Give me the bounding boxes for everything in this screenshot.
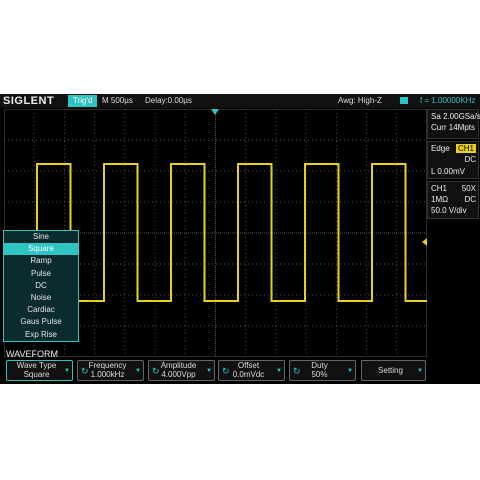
side-panel: Sa 2.00GSa/s Curr 14Mpts Edge CH1 DC L 0…: [427, 109, 480, 314]
arrow-down-icon: ▼: [135, 368, 141, 374]
menu-item-pulse[interactable]: Pulse: [4, 268, 78, 280]
brand-logo: SIGLENT: [3, 95, 55, 107]
trigger-status: Trig'd: [68, 95, 98, 107]
probe-ratio: 50X: [461, 184, 476, 193]
softkey-value: Square: [23, 370, 50, 379]
softkey-setting[interactable]: Setting ▼: [361, 360, 426, 381]
arrow-down-icon: ▼: [276, 368, 282, 374]
softkey-value: 50%: [311, 370, 328, 379]
arrow-down-icon: ▼: [347, 368, 353, 374]
oscilloscope-screen: SIGLENT Trig'd M 500µs Delay:0.00µs Awg:…: [0, 94, 480, 384]
arrow-down-icon: ▼: [417, 368, 423, 374]
arrow-down-icon: ▼: [206, 368, 212, 374]
frequency-counter: f = 1.00000KHz: [420, 96, 476, 105]
trigger-coupling: DC: [464, 155, 476, 164]
trigger-box[interactable]: Edge CH1 DC L 0.00mV: [427, 141, 479, 179]
menu-item-sine[interactable]: Sine: [4, 231, 78, 243]
memory-depth: Curr 14Mpts: [431, 123, 476, 132]
trigger-position-icon: [211, 109, 219, 115]
menu-item-cardiac[interactable]: Cardiac: [4, 304, 78, 316]
softkey-amplitude[interactable]: ↻ Amplitude 4.000Vpp ▼: [148, 360, 215, 381]
softkey-duty[interactable]: ↻ Duty 50% ▼: [289, 360, 356, 381]
softkey-title: Setting: [378, 366, 403, 375]
timebase-readout: M 500µs: [102, 96, 133, 105]
arrow-down-icon: ▼: [64, 368, 70, 374]
awg-output-mode: Awg: High-Z: [338, 96, 382, 105]
delay-readout: Delay:0.00µs: [145, 96, 192, 105]
waveform-type-menu[interactable]: Sine Square Ramp Pulse DC Noise Cardiac Gaus Pu…: [3, 230, 79, 342]
acquisition-box: Sa 2.00GSa/s Curr 14Mpts: [427, 109, 480, 139]
trigger-level: L 0.00mV: [431, 167, 465, 176]
menu-item-ramp[interactable]: Ramp: [4, 255, 78, 267]
menu-title: WAVEFORM: [6, 349, 58, 359]
status-bar: SIGLENT Trig'd M 500µs Delay:0.00µs Awg:…: [0, 94, 480, 108]
trigger-source: CH1: [455, 144, 476, 153]
softkey-wave-type[interactable]: Wave Type Square ▼: [6, 360, 73, 381]
menu-item-exp-rise[interactable]: Exp Rise: [4, 329, 78, 341]
softkey-frequency[interactable]: ↻ Frequency 1.000kHz ▼: [77, 360, 144, 381]
sample-rate: Sa 2.00GSa/s: [431, 112, 480, 121]
softkey-value: 4.000Vpp: [161, 370, 196, 379]
channel-coupling: DC: [464, 195, 476, 204]
softkey-value: 0.0mVdc: [232, 370, 265, 379]
menu-item-gaus-pulse[interactable]: Gaus Pulse: [4, 316, 78, 328]
softkey-value: 1.000kHz: [90, 370, 125, 379]
menu-item-noise[interactable]: Noise: [4, 292, 78, 304]
menu-item-dc[interactable]: DC: [4, 280, 78, 292]
vertical-scale: 50.0 V/div: [431, 206, 467, 215]
channel-box[interactable]: CH1 50X 1MΩ DC 50.0 V/div: [427, 181, 479, 219]
menu-item-square[interactable]: Square: [4, 243, 78, 256]
battery-icon: [400, 97, 408, 104]
softkey-offset[interactable]: ↻ Offset 0.0mVdc ▼: [218, 360, 285, 381]
